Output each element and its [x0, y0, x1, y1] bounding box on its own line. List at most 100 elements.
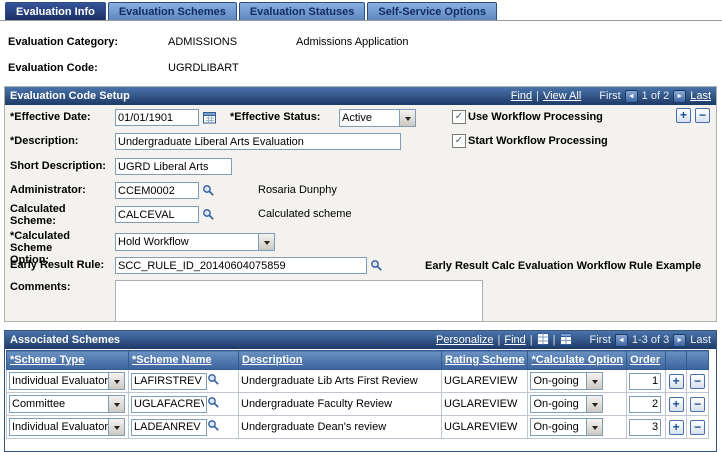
minus-icon: −: [694, 373, 702, 388]
grid-find-link[interactable]: Find: [504, 334, 525, 346]
column-header-scheme-type[interactable]: *Scheme Type: [6, 350, 129, 370]
use-workflow-checkbox[interactable]: ✓: [452, 110, 466, 124]
add-row-button[interactable]: +: [668, 396, 684, 412]
scheme-type-select[interactable]: Committee: [9, 395, 125, 413]
calculated-scheme-option-select[interactable]: Hold Workflow: [115, 233, 275, 251]
column-header-label: Rating Scheme: [445, 354, 525, 366]
minus-icon: −: [698, 108, 706, 122]
evaluation-code-page: Evaluation Info Evaluation Schemes Evalu…: [0, 0, 722, 452]
delete-row-button[interactable]: −: [690, 419, 706, 435]
column-header-rating-scheme[interactable]: Rating Scheme: [440, 350, 529, 370]
early-result-rule-label: Early Result Rule:: [10, 259, 105, 271]
dropdown-arrow-icon: [586, 373, 603, 389]
tab-self-service-options[interactable]: Self-Service Options: [367, 2, 497, 20]
selected-value: Active: [342, 112, 372, 124]
tab-label: Self-Service Options: [378, 5, 486, 18]
tab-evaluation-schemes[interactable]: Evaluation Schemes: [107, 2, 237, 20]
order-input[interactable]: [629, 418, 662, 436]
view-all-link[interactable]: View All: [543, 90, 581, 102]
effective-date-input[interactable]: [115, 109, 199, 126]
scheme-name-input[interactable]: [131, 372, 207, 390]
scheme-description: Undergraduate Lib Arts First Review: [238, 369, 442, 393]
calculate-option-select[interactable]: On-going: [530, 395, 604, 413]
calendar-icon[interactable]: [203, 111, 217, 127]
administrator-label: Administrator:: [10, 184, 86, 196]
description-input[interactable]: [115, 133, 401, 150]
dropdown-arrow-icon: [399, 110, 415, 126]
calculate-option-select[interactable]: On-going: [530, 372, 604, 390]
personalize-link[interactable]: Personalize: [436, 334, 493, 346]
early-result-rule-display: Early Result Calc Evaluation Workflow Ru…: [425, 260, 702, 272]
dropdown-arrow-icon: [108, 396, 124, 412]
dropdown-arrow-icon: [586, 419, 603, 435]
scheme-type-select[interactable]: Individual Evaluator: [9, 372, 125, 390]
column-header-calculate-option[interactable]: *Calculate Option: [527, 350, 628, 370]
tab-evaluation-statuses[interactable]: Evaluation Statuses: [238, 2, 366, 20]
delete-row-button[interactable]: −: [690, 373, 706, 389]
selected-value: On-going: [533, 398, 579, 410]
row-action-delete-column-header: [686, 350, 710, 370]
scheme-name-input[interactable]: [131, 418, 207, 436]
grid-previous-button[interactable]: ◄: [614, 333, 628, 347]
start-workflow-checkbox[interactable]: ✓: [452, 134, 466, 148]
delete-row-button[interactable]: −: [695, 108, 710, 123]
column-header-description[interactable]: Description: [238, 350, 442, 370]
download-grid-icon[interactable]: [559, 332, 572, 348]
next-row-button[interactable]: ►: [673, 89, 687, 103]
column-header-order[interactable]: Order: [626, 350, 667, 370]
administrator-input[interactable]: [115, 182, 199, 199]
selected-value: Individual Evaluator: [12, 375, 108, 387]
grid-row-position: 1-3 of 3: [631, 334, 670, 346]
start-workflow-label: Start Workflow Processing: [468, 135, 608, 147]
scheme-type-select[interactable]: Individual Evaluator: [9, 418, 125, 436]
check-icon: ✓: [454, 111, 464, 122]
order-input[interactable]: [629, 372, 662, 390]
table-header-row: *Scheme Type *Scheme Name Description Ra…: [6, 350, 710, 370]
selected-value: Committee: [12, 398, 66, 410]
column-header-scheme-name[interactable]: *Scheme Name: [128, 350, 239, 370]
delete-row-button[interactable]: −: [690, 396, 706, 412]
evaluation-code-value: UGRDLIBART: [168, 62, 239, 74]
previous-row-button[interactable]: ◄: [624, 89, 638, 103]
first-label: First: [599, 90, 621, 102]
effective-status-select[interactable]: Active: [339, 109, 416, 127]
grid-title: Associated Schemes: [10, 334, 121, 346]
order-input[interactable]: [629, 395, 662, 413]
column-header-label: *Scheme Type: [10, 354, 85, 366]
chevron-left-icon: ◄: [617, 336, 625, 344]
comments-label: Comments:: [10, 281, 71, 293]
scheme-name-lookup-icon[interactable]: [207, 373, 220, 389]
zoom-grid-icon[interactable]: [536, 332, 549, 348]
administrator-lookup-icon[interactable]: [202, 184, 215, 200]
selected-value: Hold Workflow: [118, 236, 189, 248]
associated-schemes-table: *Scheme Type *Scheme Name Description Ra…: [6, 350, 710, 439]
calculated-scheme-input[interactable]: [115, 206, 199, 223]
description-label: *Description:: [10, 135, 79, 147]
short-description-input[interactable]: [115, 158, 232, 175]
scheme-name-input[interactable]: [131, 395, 207, 413]
grid-first-label: First: [589, 334, 611, 346]
separator: |: [536, 90, 539, 102]
calculated-scheme-lookup-icon[interactable]: [202, 208, 215, 224]
tab-bar: Evaluation Info Evaluation Schemes Evalu…: [0, 0, 722, 21]
chevron-right-icon: ►: [676, 92, 684, 100]
plus-icon: +: [679, 108, 687, 122]
calculate-option-select[interactable]: On-going: [530, 418, 604, 436]
early-result-rule-input[interactable]: [115, 257, 367, 274]
last-link[interactable]: Last: [690, 90, 711, 102]
comments-textarea[interactable]: [115, 280, 483, 322]
add-row-button[interactable]: +: [676, 108, 691, 123]
scheme-name-lookup-icon[interactable]: [207, 419, 220, 435]
grid-next-button[interactable]: ►: [673, 333, 687, 347]
evaluation-code-setup-section: Evaluation Code Setup Find | View All Fi…: [4, 86, 717, 322]
add-row-button[interactable]: +: [668, 373, 684, 389]
scheme-name-lookup-icon[interactable]: [207, 396, 220, 412]
section-header-controls: Find | View All First ◄ 1 of 2 ► Last: [511, 89, 711, 103]
plus-icon: +: [672, 373, 680, 388]
find-link[interactable]: Find: [511, 90, 532, 102]
effective-status-label: *Effective Status:: [230, 111, 321, 123]
early-result-rule-lookup-icon[interactable]: [370, 259, 383, 275]
grid-header-controls: Personalize | Find | | First ◄ 1-3 of 3 …: [436, 332, 711, 348]
add-row-button[interactable]: +: [668, 419, 684, 435]
tab-evaluation-info[interactable]: Evaluation Info: [5, 2, 106, 20]
